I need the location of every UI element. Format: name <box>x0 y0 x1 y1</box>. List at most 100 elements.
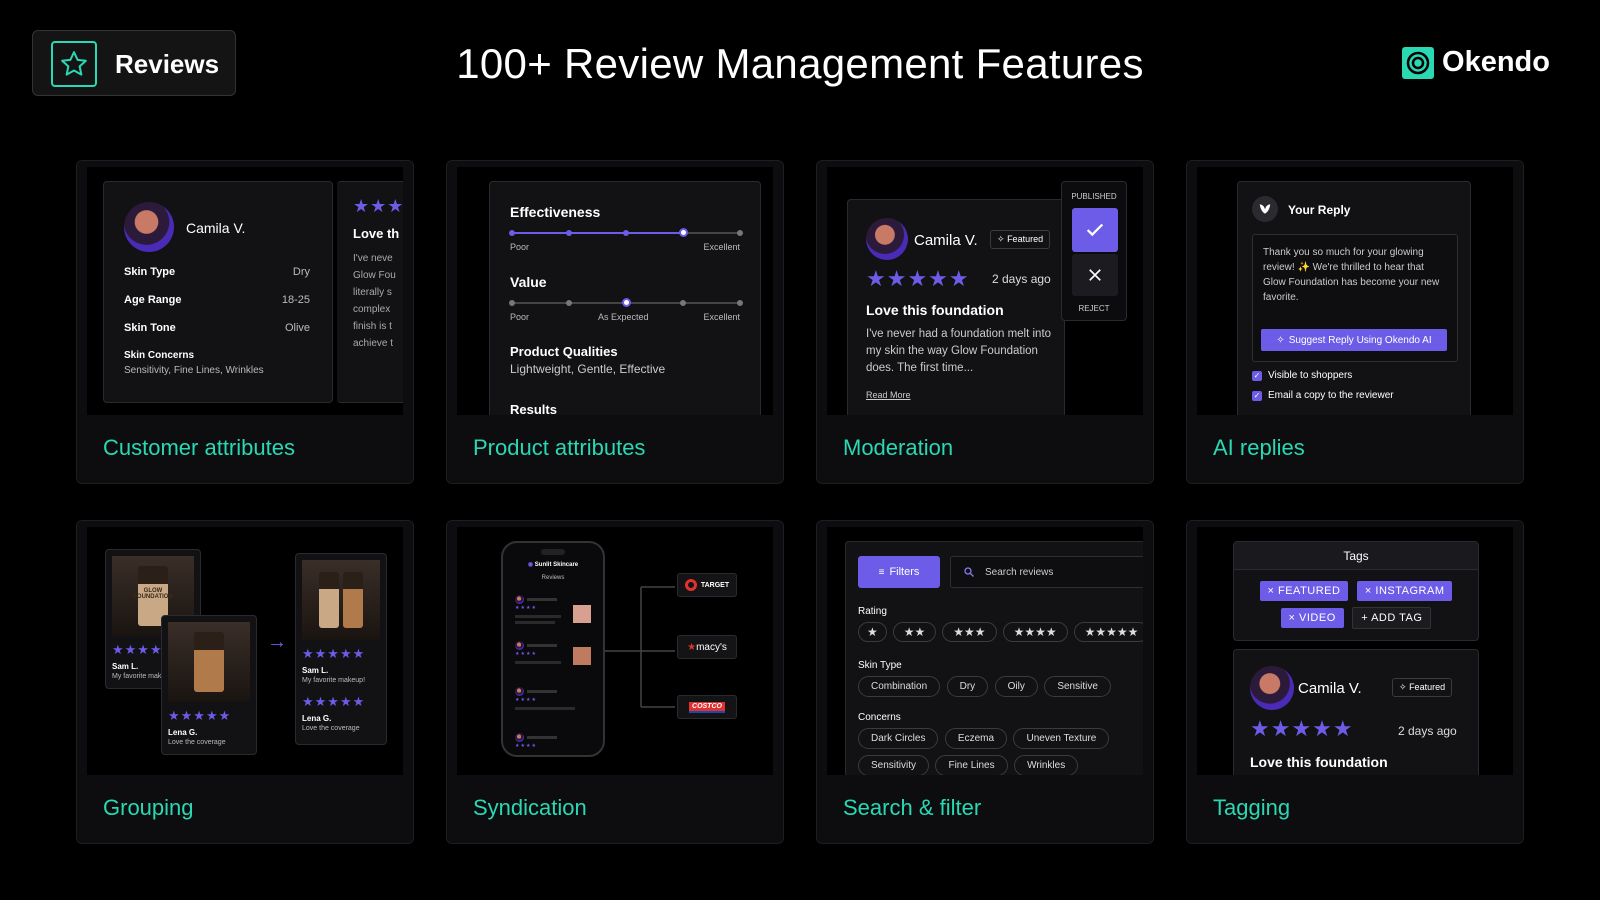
rating-stars: ★★★★ <box>515 651 537 657</box>
card-label: Tagging <box>1213 795 1291 820</box>
text-line <box>527 598 557 601</box>
grouping-preview: GLOW FOUNDATION ★★★★★ Sam L. My favorite… <box>87 527 403 775</box>
text-line <box>527 690 557 693</box>
read-more-link[interactable]: Read More <box>866 390 911 400</box>
text-line <box>527 736 557 739</box>
phone-review-list: ★★★★ ★★★★ ★★★★ ★★★★ <box>515 595 595 763</box>
review-peek-panel: ★★★ Love th I've neve Glow Fou literally… <box>337 181 403 403</box>
syndication-card[interactable]: ◉ Sunlit Skincare Reviews ★★★★ ★★★★ ★★★★… <box>446 520 784 844</box>
email-copy-checkbox[interactable]: ✓ Email a copy to the reviewer <box>1252 390 1394 401</box>
avatar <box>515 641 524 650</box>
rating-stars: ★★★★ <box>515 697 537 703</box>
retailer-label: TARGET <box>700 581 730 589</box>
moderation-actions: PUBLISHED REJECT <box>1061 181 1127 321</box>
phone-notch <box>541 549 565 555</box>
review-line: achieve t <box>353 338 394 349</box>
moderation-card[interactable]: Camila V. ✧ Featured ★★★★★ 2 days ago Lo… <box>816 160 1154 484</box>
remove-tag-icon[interactable]: × <box>1289 612 1299 624</box>
effectiveness-slider <box>509 228 743 237</box>
filter-chip[interactable]: Uneven Texture <box>1013 728 1110 749</box>
add-tag-button[interactable]: + ADD TAG <box>1352 607 1432 629</box>
filter-chip[interactable]: Dry <box>946 676 989 697</box>
rating-4-chip[interactable]: ★★★★ <box>1002 622 1068 642</box>
eff-poor: Poor <box>510 242 530 252</box>
card-label: AI replies <box>1213 435 1305 460</box>
filters-button[interactable]: ≡ Filters <box>858 556 940 588</box>
tag-label: INSTAGRAM <box>1375 585 1445 597</box>
bottle-image <box>343 572 363 628</box>
filter-chip[interactable]: Wrinkles <box>1014 755 1079 775</box>
text-line <box>515 615 561 618</box>
reviewer-name: Sam L. <box>302 666 329 675</box>
tags-title: Tags <box>1234 542 1478 570</box>
search-filter-card[interactable]: ≡ Filters Search reviews Rating ★ ★★ ★★★ … <box>816 520 1154 844</box>
reply-textarea[interactable]: Thank you so much for your glowing revie… <box>1252 234 1458 362</box>
featured-badge: ✧ Featured <box>1392 678 1453 697</box>
review-line: complex <box>353 304 391 315</box>
reviews-heading: Reviews <box>541 575 565 581</box>
attr-key: Skin Tone <box>124 322 176 334</box>
filter-chip[interactable]: Eczema <box>944 728 1008 749</box>
rating-3-chip[interactable]: ★★★ <box>942 622 997 642</box>
product-panel: Effectiveness Poor Excellent Value Poor … <box>489 181 761 415</box>
filter-chip[interactable]: Sensitive <box>1044 676 1111 697</box>
filter-chip[interactable]: Oily <box>994 676 1038 697</box>
customer-attributes-card[interactable]: Camila V. Skin Type Dry Age Range 18-25 Sk… <box>76 160 414 484</box>
search-input[interactable]: Search reviews <box>950 556 1143 588</box>
val-as-expected: As Expected <box>598 312 649 322</box>
rating-stars: ★★★★ <box>515 605 537 611</box>
filter-chip[interactable]: Dark Circles <box>858 728 939 749</box>
filter-panel: ≡ Filters Search reviews Rating ★ ★★ ★★★ … <box>845 541 1143 775</box>
filter-chip[interactable]: Fine Lines <box>935 755 1008 775</box>
concerns-label: Concerns <box>858 712 901 723</box>
avatar <box>866 218 908 260</box>
syndication-preview: ◉ Sunlit Skincare Reviews ★★★★ ★★★★ ★★★★… <box>457 527 773 775</box>
slider-handle <box>679 228 688 237</box>
search-icon <box>964 567 974 577</box>
phone-review-item: ★★★★ <box>515 595 595 641</box>
ai-replies-card[interactable]: Your Reply Thank you so much for your gl… <box>1186 160 1524 484</box>
rating-5-chip[interactable]: ★★★★★ <box>1073 622 1143 642</box>
value-label: Value <box>510 274 547 290</box>
rating-filter: ★ ★★ ★★★ ★★★★ ★★★★★ <box>858 622 1143 648</box>
grouping-card[interactable]: GLOW FOUNDATION ★★★★★ Sam L. My favorite… <box>76 520 414 844</box>
close-icon <box>1089 269 1101 281</box>
visible-checkbox[interactable]: ✓ Visible to shoppers <box>1252 370 1352 381</box>
slider-dot <box>509 230 515 236</box>
rating-1-chip[interactable]: ★ <box>858 622 887 642</box>
card-label: Moderation <box>843 435 954 460</box>
remove-tag-icon[interactable]: × <box>1365 585 1375 597</box>
phone-review-item: ★★★★ <box>515 641 595 687</box>
filters-label: Filters <box>889 566 920 578</box>
review-title: Love this foundation <box>1250 754 1388 770</box>
filter-chip[interactable]: Combination <box>858 676 941 697</box>
approve-button[interactable] <box>1072 208 1118 252</box>
tag-label: FEATURED <box>1278 585 1341 597</box>
tag-list: × FEATURED × INSTAGRAM × VIDEO + ADD TAG <box>1234 578 1478 632</box>
review-photo <box>573 647 591 665</box>
slider-dot <box>737 230 743 236</box>
tagging-preview: Tags × FEATURED × INSTAGRAM × VIDEO + AD… <box>1197 527 1513 775</box>
review-body: I've never had a foundation melt into my… <box>866 328 1052 374</box>
tagging-card[interactable]: Tags × FEATURED × INSTAGRAM × VIDEO + AD… <box>1186 520 1524 844</box>
concerns-value: Sensitivity, Fine Lines, Wrinkles <box>124 365 264 376</box>
tag-label: VIDEO <box>1299 612 1336 624</box>
text-line <box>515 621 555 624</box>
filter-icon: ≡ <box>878 566 885 578</box>
reject-button[interactable] <box>1072 254 1118 296</box>
tag-video[interactable]: × VIDEO <box>1280 608 1344 628</box>
tag-featured[interactable]: × FEATURED <box>1259 581 1349 601</box>
bottle-image <box>194 632 224 692</box>
avatar <box>515 595 524 604</box>
store-name: ◉ Sunlit Skincare <box>503 561 603 568</box>
eff-excellent: Excellent <box>703 242 740 252</box>
tag-instagram[interactable]: × INSTAGRAM <box>1356 581 1453 601</box>
qualities-value: Lightweight, Gentle, Effective <box>510 362 666 376</box>
product-attributes-card[interactable]: Effectiveness Poor Excellent Value Poor … <box>446 160 784 484</box>
filter-chip[interactable]: Sensitivity <box>858 755 930 775</box>
remove-tag-icon[interactable]: × <box>1268 585 1278 597</box>
review-line: literally s <box>353 287 392 298</box>
rating-2-chip[interactable]: ★★ <box>892 622 937 642</box>
suggest-reply-button[interactable]: ✧ Suggest Reply Using Okendo AI <box>1261 329 1447 351</box>
retailer-macys: ★ macy's <box>677 635 737 659</box>
